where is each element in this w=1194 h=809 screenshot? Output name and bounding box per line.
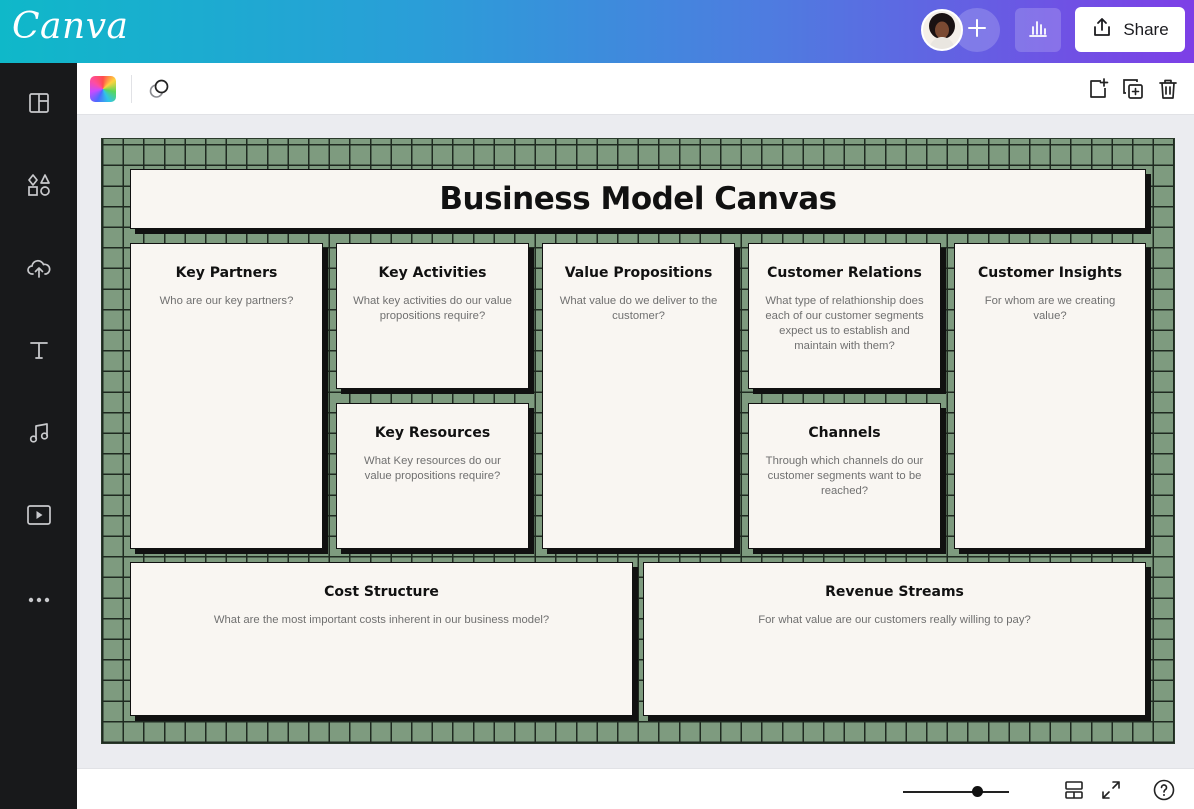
cell-heading: Channels [808,425,881,441]
top-header: Canva Share [0,0,1194,63]
cell-heading: Key Partners [175,265,278,281]
cell-key-activities[interactable]: Key Activities What key activities do ou… [336,243,529,389]
layout-icon [27,91,51,120]
upload-cloud-icon [26,255,52,286]
bottom-bar [77,768,1194,809]
sidebar-item-text[interactable] [0,332,77,372]
fullscreen-icon[interactable] [1097,776,1125,804]
color-picker-icon[interactable] [90,76,116,102]
editor-toolbar [77,63,1194,115]
sidebar-item-videos[interactable] [0,497,77,537]
sidebar-item-elements[interactable] [0,167,77,207]
cell-heading: Customer Relations [767,265,922,281]
cell-customer-insights[interactable]: Customer Insights For whom are we creati… [954,243,1146,549]
cell-heading: Key Resources [374,425,491,441]
cell-heading: Customer Insights [977,265,1123,281]
canvas-title: Business Model Canvas [439,181,837,217]
cell-prompt: What value do we deliver to the customer… [559,295,718,322]
duplicate-page-icon[interactable] [1119,75,1147,103]
left-sidebar [0,63,77,809]
cell-key-partners[interactable]: Key Partners Who are our key partners? [130,243,323,549]
cell-channels[interactable]: Channels Through which channels do our c… [748,403,941,549]
share-button[interactable]: Share [1075,7,1185,52]
cell-prompt: What are the most important costs inhere… [213,614,550,626]
trash-icon[interactable] [1154,75,1182,103]
cell-prompt: What Key resources do our value proposit… [364,455,501,482]
zoom-slider-handle[interactable] [971,786,983,797]
sidebar-item-uploads[interactable] [0,250,77,290]
transparency-icon[interactable] [145,75,173,103]
insights-button[interactable] [1015,8,1061,52]
more-icon [27,591,51,609]
video-play-icon [26,503,52,532]
cell-revenue-streams[interactable]: Revenue Streams For what value are our c… [643,562,1146,716]
cell-prompt: For whom are we creating value? [984,295,1116,322]
title-box[interactable]: Business Model Canvas [130,169,1146,229]
zoom-slider[interactable] [903,791,1009,793]
share-label: Share [1123,19,1169,39]
text-icon [27,338,51,367]
grid-view-icon[interactable] [1060,776,1088,804]
sidebar-item-more[interactable] [0,580,77,620]
share-upload-icon [1091,16,1113,43]
add-page-icon[interactable] [1084,75,1112,103]
cell-key-resources[interactable]: Key Resources What Key resources do our … [336,403,529,549]
canva-logo[interactable]: Canva [12,6,129,47]
cell-heading: Key Activities [378,265,487,281]
elements-icon [26,172,52,203]
cell-value-propositions[interactable]: Value Propositions What value do we deli… [542,243,735,549]
music-icon [27,421,51,450]
cell-prompt: For what value are our customers really … [758,614,1031,626]
cell-prompt: What type of relathionship does each of … [765,295,924,352]
cell-prompt: What key activities do our value proposi… [353,295,512,322]
sidebar-item-audio[interactable] [0,415,77,455]
help-icon[interactable] [1150,776,1178,804]
avatar[interactable] [921,9,963,51]
cell-heading: Revenue Streams [825,584,964,600]
design-canvas[interactable]: Business Model Canvas Key Partners Who a… [101,138,1175,744]
sidebar-item-design[interactable] [0,85,77,125]
cell-cost-structure[interactable]: Cost Structure What are the most importa… [130,562,633,716]
cell-prompt: Who are our key partners? [159,295,294,307]
bar-chart-icon [1027,17,1049,44]
plus-icon [966,17,988,44]
cell-heading: Cost Structure [324,584,439,600]
cell-customer-relations[interactable]: Customer Relations What type of relathio… [748,243,941,389]
toolbar-divider [131,75,132,103]
cell-heading: Value Propositions [564,265,713,281]
cell-prompt: Through which channels do our customer s… [765,455,924,497]
